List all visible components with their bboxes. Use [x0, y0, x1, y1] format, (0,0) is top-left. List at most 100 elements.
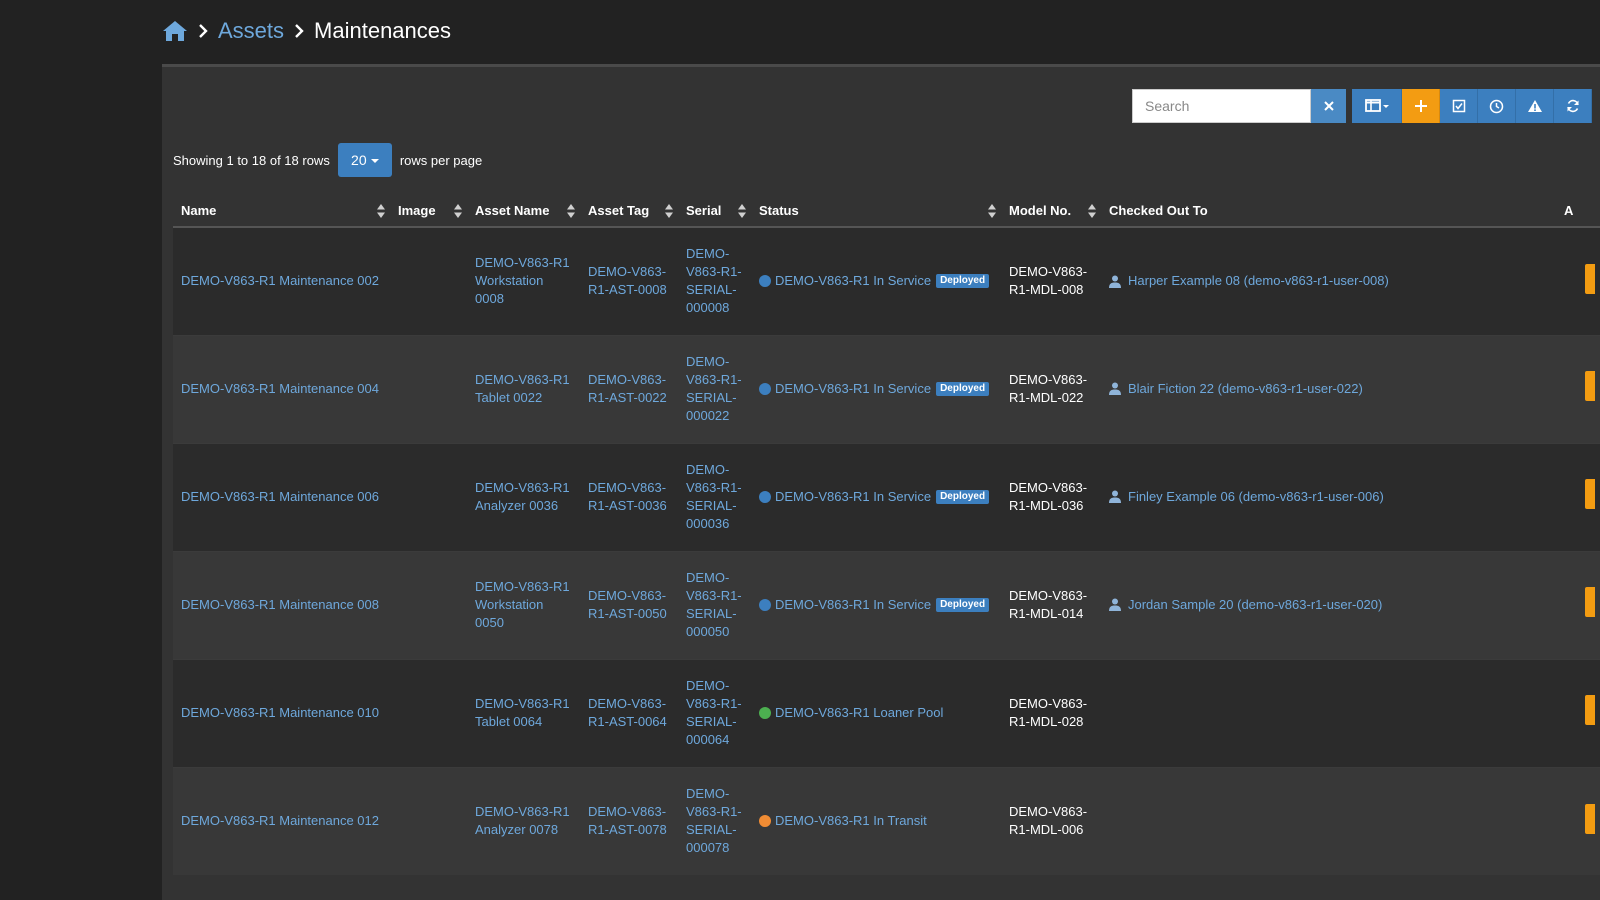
table-row: DEMO-V863-R1 Maintenance 004 DEMO-V863-R… [173, 334, 1600, 443]
columns-icon [1364, 99, 1389, 112]
model-number: DEMO-V863-R1-MDL-008 [1009, 264, 1088, 298]
asset-name-link[interactable]: DEMO-V863-R1 Workstation 0050 [475, 579, 570, 630]
maintenance-name-link[interactable]: DEMO-V863-R1 Maintenance 006 [181, 489, 379, 504]
status-link[interactable]: DEMO-V863-R1 In Service [775, 272, 931, 290]
model-number: DEMO-V863-R1-MDL-022 [1009, 371, 1088, 405]
status-link[interactable]: DEMO-V863-R1 In Transit [775, 812, 927, 830]
clear-search-button[interactable] [1311, 89, 1346, 123]
edit-action-button[interactable] [1585, 371, 1595, 402]
table-row: DEMO-V863-R1 Maintenance 006 DEMO-V863-R… [173, 442, 1600, 551]
status-dot-icon [759, 275, 771, 288]
serial-link[interactable]: DEMO-V863-R1-SERIAL-000008 [686, 246, 742, 316]
column-header-asset-name[interactable]: Asset Name [467, 195, 580, 228]
checked-out-to-link[interactable]: Blair Fiction 22 (demo-v863-r1-user-022) [1128, 380, 1363, 398]
status-badge: Deployed [936, 381, 990, 396]
maintenance-name-link[interactable]: DEMO-V863-R1 Maintenance 002 [181, 273, 379, 288]
asset-name-link[interactable]: DEMO-V863-R1 Analyzer 0078 [475, 804, 570, 837]
status-link[interactable]: DEMO-V863-R1 Loaner Pool [775, 704, 943, 722]
asset-name-link[interactable]: DEMO-V863-R1 Tablet 0022 [475, 372, 570, 405]
asset-name-link[interactable]: DEMO-V863-R1 Tablet 0064 [475, 696, 570, 729]
column-header-label: Model No. [1009, 203, 1072, 218]
history-button[interactable] [1478, 89, 1516, 123]
sort-icon [454, 204, 462, 218]
asset-tag-link[interactable]: DEMO-V863-R1-AST-0078 [588, 804, 667, 837]
warning-icon [1527, 100, 1542, 112]
status-link[interactable]: DEMO-V863-R1 In Service [775, 596, 931, 614]
maintenance-name-link[interactable]: DEMO-V863-R1 Maintenance 012 [181, 813, 379, 828]
table-toolbar [1132, 89, 1592, 123]
column-header-asset-tag[interactable]: Asset Tag [580, 195, 678, 228]
asset-tag-link[interactable]: DEMO-V863-R1-AST-0050 [588, 588, 667, 621]
table-body: DEMO-V863-R1 Maintenance 002 DEMO-V863-R… [173, 226, 1600, 875]
column-header-serial[interactable]: Serial [678, 195, 751, 228]
column-header-model-no[interactable]: Model No. [1001, 195, 1101, 228]
column-header-image[interactable]: Image [390, 195, 467, 228]
column-header-label: Image [398, 203, 436, 218]
maintenance-name-link[interactable]: DEMO-V863-R1 Maintenance 004 [181, 381, 379, 396]
column-header-actions[interactable]: A [1556, 195, 1600, 228]
status-badge: Deployed [936, 597, 990, 612]
chevron-right-icon [198, 23, 208, 39]
alerts-button[interactable] [1516, 89, 1554, 123]
sort-icon [1088, 204, 1096, 218]
serial-link[interactable]: DEMO-V863-R1-SERIAL-000050 [686, 570, 742, 640]
status-link[interactable]: DEMO-V863-R1 In Service [775, 488, 931, 506]
checked-out-to-link[interactable]: Finley Example 06 (demo-v863-r1-user-006… [1128, 488, 1384, 506]
home-icon[interactable] [162, 19, 188, 43]
add-maintenance-button[interactable] [1402, 89, 1440, 123]
asset-name-link[interactable]: DEMO-V863-R1 Analyzer 0036 [475, 480, 570, 513]
image-cell [390, 658, 467, 767]
serial-link[interactable]: DEMO-V863-R1-SERIAL-000022 [686, 354, 742, 424]
column-header-status[interactable]: Status [751, 195, 1001, 228]
edit-action-button[interactable] [1585, 263, 1595, 294]
serial-link[interactable]: DEMO-V863-R1-SERIAL-000078 [686, 786, 742, 856]
edit-action-button[interactable] [1585, 695, 1595, 726]
status-link[interactable]: DEMO-V863-R1 In Service [775, 380, 931, 398]
edit-action-button[interactable] [1585, 587, 1595, 618]
column-header-label: Status [759, 203, 799, 218]
table-row: DEMO-V863-R1 Maintenance 010 DEMO-V863-R… [173, 658, 1600, 767]
select-rows-button[interactable] [1440, 89, 1478, 123]
table-header-row: Name Image Asset Name Asset Tag Serial Status… [173, 195, 1600, 228]
breadcrumb-link-assets[interactable]: Assets [218, 18, 284, 44]
image-cell [390, 550, 467, 659]
user-icon [1109, 382, 1121, 396]
user-icon [1109, 275, 1121, 288]
caret-down-icon [370, 159, 379, 163]
column-header-label: Serial [686, 203, 722, 218]
maintenances-table: Name Image Asset Name Asset Tag Serial Status… [173, 195, 1600, 875]
maintenance-name-link[interactable]: DEMO-V863-R1 Maintenance 010 [181, 705, 379, 720]
serial-link[interactable]: DEMO-V863-R1-SERIAL-000064 [686, 678, 742, 748]
asset-name-link[interactable]: DEMO-V863-R1 Workstation 0008 [475, 255, 570, 306]
column-header-label: A [1564, 203, 1574, 218]
column-header-checked-out-to[interactable]: Checked Out To [1101, 195, 1556, 228]
column-header-label: Asset Name [475, 203, 550, 218]
status-badge: Deployed [936, 274, 990, 289]
checked-out-to-link[interactable]: Harper Example 08 (demo-v863-r1-user-008… [1128, 272, 1389, 290]
status-badge: Deployed [936, 489, 990, 504]
page-size-value: 20 [351, 152, 367, 168]
breadcrumb-current: Maintenances [314, 18, 452, 43]
asset-tag-link[interactable]: DEMO-V863-R1-AST-0008 [588, 264, 667, 297]
asset-tag-link[interactable]: DEMO-V863-R1-AST-0064 [588, 696, 667, 729]
columns-button[interactable] [1352, 89, 1402, 123]
status-dot-icon [759, 598, 771, 611]
edit-action-button[interactable] [1585, 803, 1595, 834]
edit-action-button[interactable] [1585, 479, 1595, 510]
checked-out-to-link[interactable]: Jordan Sample 20 (demo-v863-r1-user-020) [1128, 596, 1382, 614]
page-size-dropdown[interactable]: 20 [337, 143, 392, 177]
refresh-button[interactable] [1554, 89, 1592, 123]
rows-per-page-label: rows per page [399, 152, 483, 168]
maintenance-name-link[interactable]: DEMO-V863-R1 Maintenance 008 [181, 597, 379, 612]
column-header-name[interactable]: Name [173, 195, 390, 228]
serial-link[interactable]: DEMO-V863-R1-SERIAL-000036 [686, 462, 742, 532]
status-dot-icon [759, 815, 771, 828]
table-row: DEMO-V863-R1 Maintenance 002 DEMO-V863-R… [173, 226, 1600, 335]
asset-tag-link[interactable]: DEMO-V863-R1-AST-0036 [588, 480, 667, 513]
sort-icon [738, 204, 746, 218]
model-number: DEMO-V863-R1-MDL-014 [1009, 587, 1088, 621]
asset-tag-link[interactable]: DEMO-V863-R1-AST-0022 [588, 372, 667, 405]
model-number: DEMO-V863-R1-MDL-006 [1009, 804, 1088, 838]
search-input[interactable] [1132, 89, 1311, 123]
table-row: DEMO-V863-R1 Maintenance 008 DEMO-V863-R… [173, 550, 1600, 659]
